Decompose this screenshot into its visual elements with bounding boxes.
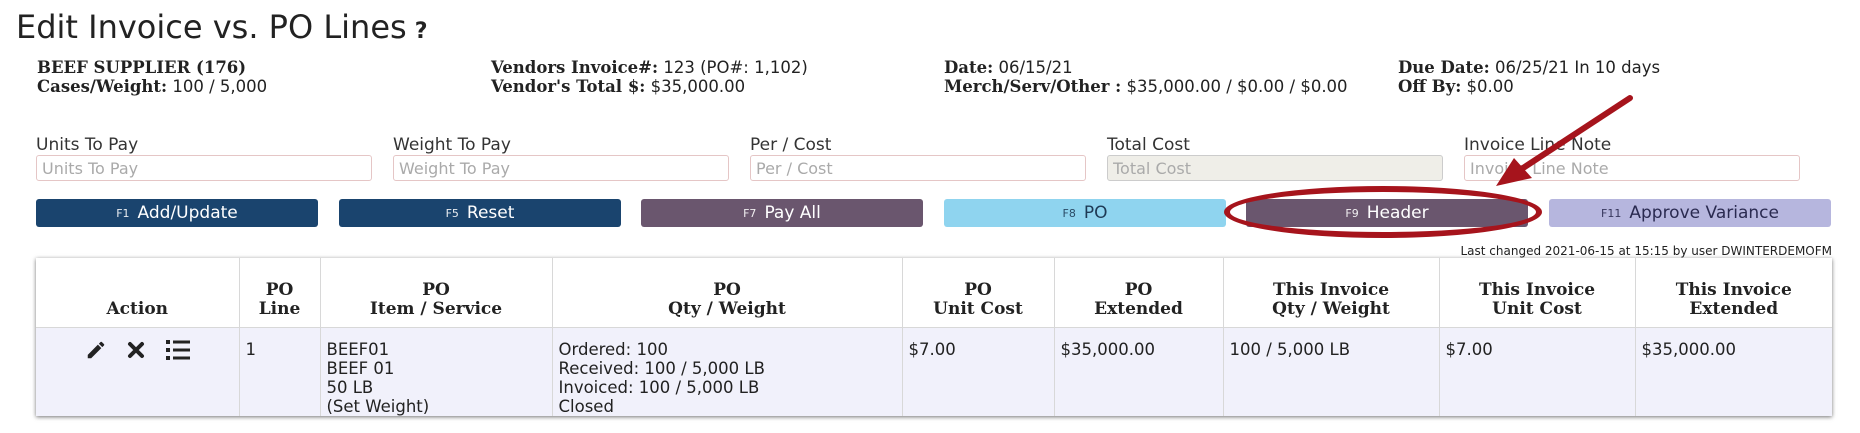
- cell-inv-extended: $35,000.00: [1635, 327, 1832, 416]
- cell-po-item: BEEF01 BEEF 01 50 LB (Set Weight): [320, 327, 553, 416]
- merch-label: Merch/Serv/Other :: [944, 77, 1122, 96]
- off-by-value: $0.00: [1466, 77, 1514, 96]
- per-cost-input[interactable]: [750, 155, 1086, 181]
- item-pack: 50 LB: [326, 378, 374, 397]
- reset-label: Reset: [466, 203, 515, 223]
- units-to-pay-label: Units To Pay: [36, 135, 139, 155]
- item-weight-type: (Set Weight): [326, 397, 430, 416]
- col-header-po-item: PO Item / Service: [320, 258, 553, 328]
- weight-to-pay-input[interactable]: [393, 155, 729, 181]
- add-update-label: Add/Update: [137, 203, 238, 223]
- page-title: Edit Invoice vs. PO Lines?: [16, 8, 427, 46]
- vendors-total-label: Vendor's Total $:: [491, 77, 646, 96]
- invoice-line-note-input[interactable]: [1464, 155, 1800, 181]
- due-info: Due Date: 06/25/21 In 10 days Off By: $0…: [1398, 58, 1660, 96]
- vendor-info: BEEF SUPPLIER (176) Cases/Weight: 100 / …: [37, 58, 267, 96]
- po-invoiced: Invoiced: 100 / 5,000 LB: [558, 378, 760, 397]
- pay-all-button[interactable]: F7 Pay All: [641, 199, 923, 227]
- header-key: F9: [1345, 206, 1359, 220]
- weight-to-pay-label: Weight To Pay: [393, 135, 511, 155]
- date-info: Date: 06/15/21 Merch/Serv/Other : $35,00…: [944, 58, 1348, 96]
- date-label: Date:: [944, 58, 994, 77]
- po-button[interactable]: F8 PO: [944, 199, 1226, 227]
- invoice-lines-table: Action PO Line PO Item / Service PO Qty / W…: [36, 258, 1832, 416]
- row-actions: [36, 327, 240, 416]
- invoice-line-note-label: Invoice Line Note: [1464, 135, 1612, 155]
- col-header-inv-extended: This Invoice Extended: [1635, 258, 1832, 328]
- cell-po-qty: Ordered: 100 Received: 100 / 5,000 LB In…: [552, 327, 903, 416]
- due-date-label: Due Date:: [1398, 58, 1490, 77]
- add-update-key: F1: [116, 206, 130, 220]
- po-label: PO: [1083, 203, 1108, 223]
- header-label: Header: [1366, 203, 1429, 223]
- edit-pencil-icon[interactable]: [85, 339, 107, 365]
- col-header-po-line: PO Line: [239, 258, 321, 328]
- help-icon[interactable]: ?: [415, 19, 428, 44]
- total-cost-input: [1107, 155, 1443, 181]
- cases-weight-value: 100 / 5,000: [172, 77, 268, 96]
- units-to-pay-input[interactable]: [36, 155, 372, 181]
- cell-inv-qty: 100 / 5,000 LB: [1223, 327, 1440, 416]
- details-list-icon[interactable]: [165, 339, 190, 365]
- vendors-total-value: $35,000.00: [650, 77, 746, 96]
- col-header-action: Action: [36, 258, 240, 328]
- approve-variance-button[interactable]: F11 Approve Variance: [1549, 199, 1831, 227]
- per-cost-label: Per / Cost: [750, 135, 832, 155]
- col-header-inv-unit-cost: This Invoice Unit Cost: [1439, 258, 1636, 328]
- merch-value: $35,000.00 / $0.00 / $0.00: [1126, 77, 1348, 96]
- col-header-po-extended: PO Extended: [1054, 258, 1224, 328]
- po-ordered: Ordered: 100: [558, 340, 668, 359]
- po-status: Closed: [558, 397, 614, 416]
- cell-inv-unit-cost: $7.00: [1439, 327, 1636, 416]
- cases-weight-label: Cases/Weight:: [37, 77, 168, 96]
- cell-po-extended: $35,000.00: [1054, 327, 1224, 416]
- total-cost-label: Total Cost: [1107, 135, 1190, 155]
- vendor-name: BEEF SUPPLIER (176): [37, 58, 247, 77]
- approve-variance-key: F11: [1601, 206, 1622, 220]
- item-description: BEEF 01: [326, 359, 395, 378]
- col-header-po-qty: PO Qty / Weight: [552, 258, 903, 328]
- last-changed-text: Last changed 2021-06-15 at 15:15 by user…: [1460, 244, 1833, 258]
- off-by-label: Off By:: [1398, 77, 1462, 96]
- cell-po-unit-cost: $7.00: [902, 327, 1055, 416]
- table-header-row: Action PO Line PO Item / Service PO Qty / W…: [36, 258, 1832, 328]
- reset-key: F5: [445, 206, 459, 220]
- vendors-invoice-label: Vendors Invoice#:: [491, 58, 659, 77]
- pay-all-label: Pay All: [764, 203, 821, 223]
- header-button[interactable]: F9 Header: [1246, 199, 1528, 227]
- approve-variance-label: Approve Variance: [1629, 203, 1779, 223]
- po-received: Received: 100 / 5,000 LB: [558, 359, 765, 378]
- delete-x-icon[interactable]: [126, 340, 146, 364]
- vendors-invoice-value: 123 (PO#: 1,102): [663, 58, 808, 77]
- po-key: F8: [1062, 206, 1076, 220]
- cell-po-line: 1: [239, 327, 321, 416]
- item-code: BEEF01: [326, 340, 390, 359]
- page-title-text: Edit Invoice vs. PO Lines: [16, 8, 407, 46]
- col-header-inv-qty: This Invoice Qty / Weight: [1223, 258, 1440, 328]
- col-header-po-unit-cost: PO Unit Cost: [902, 258, 1055, 328]
- date-value: 06/15/21: [998, 58, 1073, 77]
- due-date-value: 06/25/21 In 10 days: [1495, 58, 1661, 77]
- invoice-info: Vendors Invoice#: 123 (PO#: 1,102) Vendo…: [491, 58, 808, 96]
- reset-button[interactable]: F5 Reset: [339, 199, 621, 227]
- add-update-button[interactable]: F1 Add/Update: [36, 199, 318, 227]
- table-row: 1 BEEF01 BEEF 01 50 LB (Set Weight) Orde…: [36, 327, 1832, 416]
- pay-all-key: F7: [743, 206, 757, 220]
